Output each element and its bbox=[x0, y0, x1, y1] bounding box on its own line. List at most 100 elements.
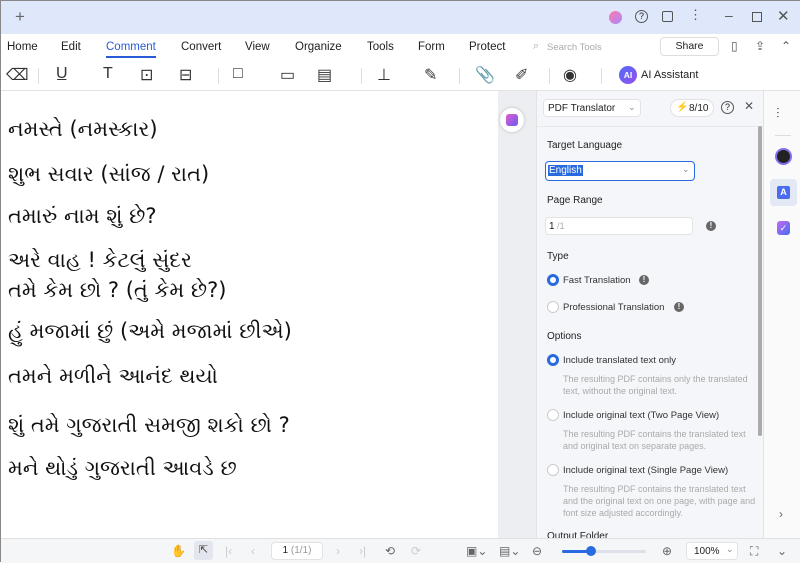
menu-convert[interactable]: Convert bbox=[181, 41, 221, 53]
new-tab-button[interactable]: + bbox=[15, 7, 25, 27]
minimize-button[interactable]: – bbox=[725, 7, 733, 23]
right-sidebar: ⫶ A ✓ › bbox=[763, 91, 800, 538]
chevron-down-icon: ⌄ bbox=[726, 544, 734, 554]
last-page-icon[interactable]: ›| bbox=[359, 544, 366, 558]
upload-icon[interactable]: ⇪ bbox=[755, 39, 765, 53]
zoom-select[interactable]: 100% ⌄ bbox=[686, 542, 738, 560]
translator-panel: PDF Translator ⌄ ⚡ 8/10 ? ✕ Target Langu… bbox=[536, 91, 764, 538]
note-icon[interactable]: ▭ bbox=[280, 65, 295, 85]
page-layout-icon[interactable]: ▣⌄ bbox=[466, 544, 487, 558]
textbox-icon[interactable]: ⊡ bbox=[140, 65, 153, 85]
shape-icon[interactable]: □ bbox=[233, 65, 243, 83]
underline-icon[interactable]: U̲ bbox=[56, 65, 68, 83]
chevron-down-icon: ⌄ bbox=[682, 164, 690, 174]
select-tool-icon[interactable]: ⇱ bbox=[194, 541, 213, 560]
feedback-icon[interactable] bbox=[662, 11, 673, 22]
ai-assistant-button[interactable]: AI Assistant bbox=[641, 69, 698, 81]
eraser-icon[interactable]: ⌫ bbox=[6, 65, 29, 85]
menu-tools[interactable]: Tools bbox=[367, 41, 394, 53]
option-single-page-radio[interactable] bbox=[547, 464, 559, 476]
search-tools-input[interactable]: Search Tools bbox=[547, 42, 602, 53]
panel-toggle-button[interactable] bbox=[500, 108, 524, 132]
professional-translation-radio[interactable] bbox=[547, 301, 559, 313]
divider bbox=[549, 68, 550, 84]
checklist-icon[interactable]: ✓ bbox=[777, 221, 790, 235]
zoom-slider[interactable] bbox=[562, 546, 646, 556]
option-label: Include original text (Two Page View) bbox=[563, 410, 720, 421]
menu-organize[interactable]: Organize bbox=[295, 41, 342, 53]
fast-translation-label: Fast Translation bbox=[563, 275, 631, 286]
translator-icon bbox=[506, 114, 518, 126]
option-label: Include translated text only bbox=[563, 355, 677, 366]
page-number: 1 bbox=[282, 545, 289, 556]
page-range-total: /1 bbox=[557, 221, 565, 231]
target-language-select[interactable]: English ⌄ bbox=[545, 161, 695, 181]
stamp-icon[interactable]: ⊥ bbox=[377, 65, 391, 85]
eye-icon[interactable]: ◉ bbox=[563, 65, 577, 85]
menu-protect[interactable]: Protect bbox=[469, 41, 505, 53]
prev-page-icon[interactable]: ‹ bbox=[251, 544, 255, 558]
help-icon[interactable]: ? bbox=[635, 10, 648, 23]
info-icon[interactable]: ! bbox=[639, 275, 649, 285]
view-mode-icon[interactable]: ▤⌄ bbox=[499, 544, 520, 558]
menu-view[interactable]: View bbox=[245, 41, 270, 53]
help-icon[interactable]: ? bbox=[721, 101, 734, 114]
tool-select[interactable]: PDF Translator ⌄ bbox=[543, 99, 641, 117]
ai-bot-icon[interactable] bbox=[775, 148, 792, 165]
info-icon[interactable]: ! bbox=[706, 221, 716, 231]
fast-translation-radio[interactable] bbox=[547, 274, 559, 286]
divider bbox=[459, 68, 460, 84]
attachment-icon[interactable]: 📎 bbox=[475, 65, 495, 85]
document-line: તમારું નામ શું છે? bbox=[8, 204, 157, 228]
menu-form[interactable]: Form bbox=[418, 41, 445, 53]
measure-icon[interactable]: ▤ bbox=[317, 65, 332, 85]
option-description: The resulting PDF contains the translate… bbox=[563, 484, 756, 518]
menu-comment[interactable]: Comment bbox=[106, 41, 156, 58]
first-page-icon[interactable]: |‹ bbox=[225, 544, 232, 558]
zoom-in-icon[interactable]: ⊕ bbox=[662, 544, 672, 558]
rotate-icon[interactable]: ⟲ bbox=[385, 544, 395, 558]
panel-scrollbar[interactable] bbox=[758, 126, 762, 436]
hand-tool-icon[interactable]: ✋ bbox=[171, 544, 186, 558]
menu-home[interactable]: Home bbox=[7, 41, 38, 53]
document-page: નમસ્તે (નમસ્કાર) શુભ સવાર (સાંજ / રાત) ત… bbox=[1, 91, 498, 538]
target-language-value: English bbox=[548, 165, 583, 176]
translate-button[interactable]: A bbox=[770, 179, 797, 206]
zoom-out-icon[interactable]: ⊖ bbox=[532, 544, 542, 558]
tool-select-value: PDF Translator bbox=[548, 103, 616, 114]
avatar[interactable] bbox=[609, 11, 622, 24]
collapse-icon[interactable]: ⌃ bbox=[781, 39, 791, 53]
translate-icon: A bbox=[777, 186, 790, 199]
title-bar: + ? ⋮ – ✕ bbox=[1, 1, 800, 34]
settings-sliders-icon[interactable]: ⫶ bbox=[776, 105, 780, 122]
text-icon[interactable]: T bbox=[103, 65, 113, 83]
info-icon[interactable]: ! bbox=[674, 302, 684, 312]
more-options-icon[interactable]: ⌄ bbox=[777, 544, 787, 558]
option-translated-only-radio[interactable] bbox=[547, 354, 559, 366]
options-label: Options bbox=[547, 331, 582, 342]
share-button[interactable]: Share bbox=[660, 37, 719, 56]
extract-icon[interactable]: ⟳ bbox=[411, 544, 421, 558]
professional-translation-label: Professional Translation bbox=[563, 302, 665, 313]
reader-icon[interactable]: ▯ bbox=[731, 39, 738, 53]
search-icon: ⌕ bbox=[533, 40, 540, 52]
maximize-button[interactable] bbox=[752, 12, 762, 22]
edit-form-icon[interactable]: ✐ bbox=[515, 65, 528, 85]
credits-value: 8/10 bbox=[689, 103, 709, 114]
divider bbox=[218, 68, 219, 84]
divider bbox=[361, 68, 362, 84]
page-number-input[interactable]: 1 (1/1) bbox=[271, 542, 323, 560]
text-callout-icon[interactable]: ⊟ bbox=[179, 65, 192, 85]
close-panel-button[interactable]: ✕ bbox=[744, 99, 754, 113]
zoom-slider-handle[interactable] bbox=[586, 546, 597, 556]
close-button[interactable]: ✕ bbox=[777, 7, 790, 25]
option-two-page-radio[interactable] bbox=[547, 409, 559, 421]
more-icon[interactable]: ⋮ bbox=[689, 7, 702, 23]
page-range-input[interactable]: 1 /1 bbox=[545, 217, 693, 235]
signature-pen-icon[interactable]: ✎ bbox=[424, 65, 437, 85]
fullscreen-icon[interactable]: ⛶ bbox=[750, 544, 758, 559]
next-page-icon[interactable]: › bbox=[336, 544, 340, 558]
ai-icon: AI bbox=[619, 66, 637, 84]
expand-chevron-icon[interactable]: › bbox=[779, 507, 783, 521]
menu-edit[interactable]: Edit bbox=[61, 41, 81, 53]
